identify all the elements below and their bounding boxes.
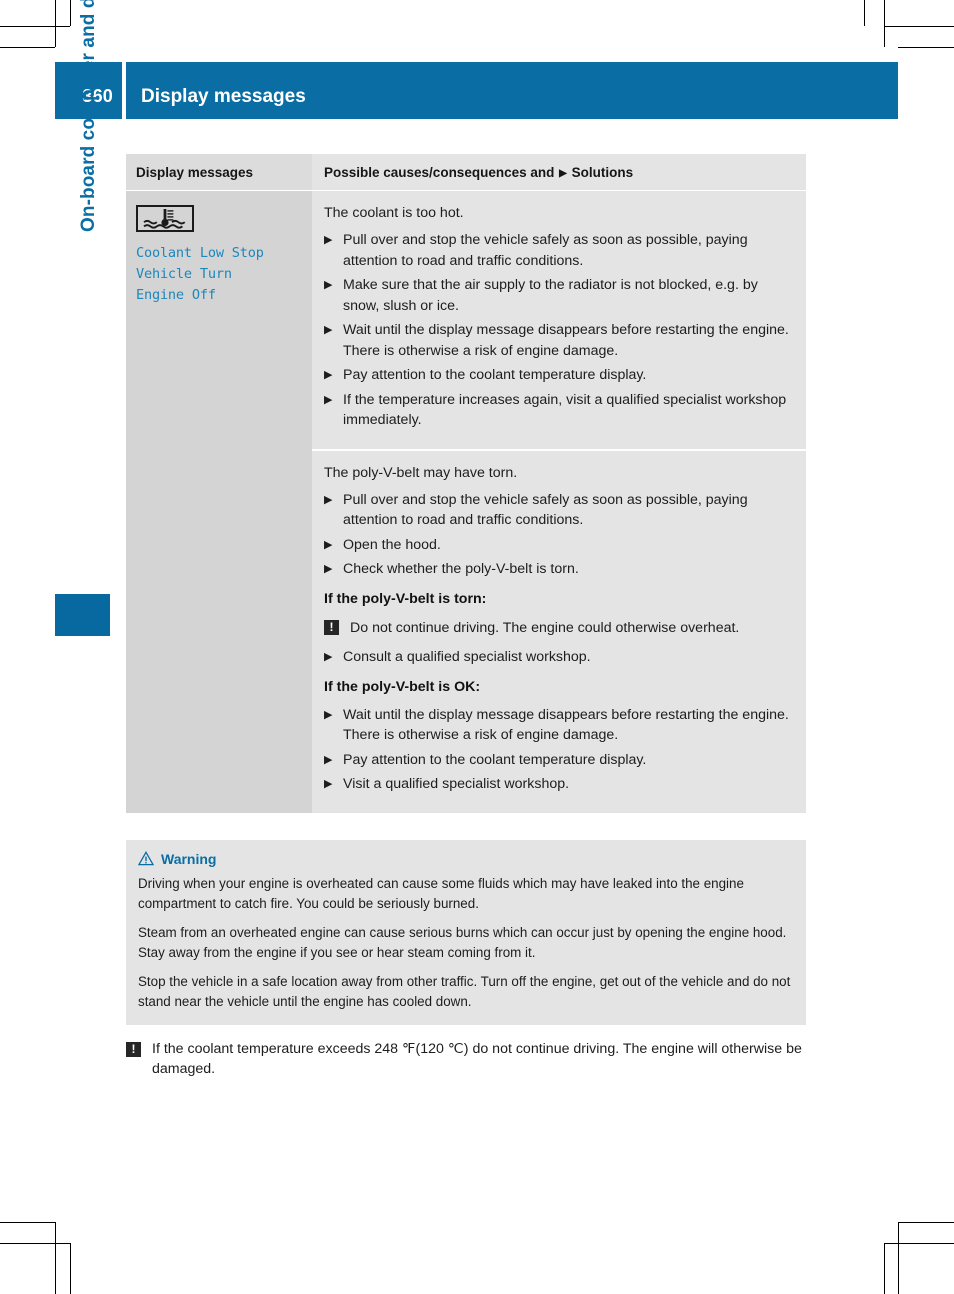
notice-text: Do not continue driving. The engine coul… (350, 619, 740, 636)
solution-step: ▶ Pull over and stop the vehicle safely a… (324, 230, 792, 271)
column-header-causes-text: Possible causes/consequences and (324, 165, 555, 180)
step-arrow-icon: ▶ (324, 753, 333, 766)
display-message-text: Coolant Low Stop Vehicle Turn Engine Off (136, 243, 302, 306)
step-arrow-icon: ▶ (324, 708, 333, 721)
solution-step-text: Pay attention to the coolant temperature… (343, 367, 647, 383)
crop-mark-bottom-right-h2 (884, 1243, 954, 1244)
crop-mark-bottom-left-v2 (70, 1243, 71, 1294)
solution-steps-list: ▶ Consult a qualified specialist workshop… (324, 647, 792, 668)
column-header-display-messages: Display messages (126, 154, 312, 190)
step-arrow-icon: ▶ (324, 563, 333, 575)
crop-mark-bottom-left-h (0, 1222, 55, 1223)
crop-mark-bottom-right-v2 (884, 1243, 885, 1294)
solution-step-text: Wait until the display message disappear… (343, 706, 789, 744)
crop-mark-top-right-v2 (884, 0, 885, 47)
page-title: Display messages (126, 62, 898, 119)
message-cell: Coolant Low Stop Vehicle Turn Engine Off (126, 191, 312, 813)
solution-step: ▶ Wait until the display message disappea… (324, 320, 792, 361)
step-arrow-icon: ▶ (324, 651, 333, 663)
solution-steps-list: ▶ Pull over and stop the vehicle safely a… (324, 490, 792, 580)
step-arrow-icon: ▶ (324, 324, 333, 336)
notice-line: ! Do not continue driving. The engine cou… (324, 618, 792, 639)
solution-step: ▶ Make sure that the air supply to the ra… (324, 275, 792, 316)
crop-mark-bottom-left-v (55, 1222, 56, 1294)
crop-mark-bottom-left-h2 (0, 1243, 70, 1244)
solution-step: ▶ If the temperature increases again, vis… (324, 390, 792, 431)
warning-box: Warning Driving when your engine is over… (126, 839, 806, 1025)
warning-paragraph: Stop the vehicle in a safe location away… (138, 973, 791, 1009)
warning-title: Warning (161, 850, 217, 867)
step-arrow-icon: ▶ (324, 493, 333, 506)
solution-steps-list: ▶ Pull over and stop the vehicle safely a… (324, 230, 792, 431)
solution-steps-list: ▶ Wait until the display message disappea… (324, 705, 792, 795)
step-arrow-icon: ▶ (324, 393, 333, 406)
warning-paragraph: Steam from an overheated engine can caus… (138, 924, 787, 960)
step-arrow-icon: ▶ (324, 369, 333, 381)
warning-triangle-icon (138, 851, 154, 866)
solution-step-text: Make sure that the air supply to the rad… (343, 277, 758, 314)
solution-step: ▶ Wait until the display message disappea… (324, 705, 792, 746)
solutions-arrow-icon: ▶ (559, 168, 567, 179)
cause-block: The coolant is too hot. ▶ Pull over and s… (312, 191, 806, 449)
solution-step: ▶ Check whether the poly-V-belt is torn. (324, 559, 792, 580)
notice-exclamation-icon: ! (126, 1041, 141, 1057)
solution-step-text: Visit a qualified specialist workshop. (343, 776, 570, 792)
page-content: Display messages Possible causes/consequ… (126, 154, 806, 1080)
crop-mark-top-right-h (884, 26, 954, 27)
solution-step: ▶ Visit a qualified specialist workshop. (324, 774, 792, 795)
solution-step-text: Pull over and stop the vehicle safely as… (343, 491, 748, 529)
solution-step: ▶ Pull over and stop the vehicle safely a… (324, 490, 792, 531)
display-message-line: Coolant Low Stop (136, 245, 264, 261)
step-arrow-icon: ▶ (324, 279, 333, 291)
crop-mark-bottom-right-h (898, 1222, 954, 1223)
solution-step-text: Pay attention to the coolant temperature… (343, 751, 647, 768)
column-header-causes-solutions: Possible causes/consequences and ▶ Solut… (312, 154, 806, 190)
warning-header: Warning (138, 851, 792, 867)
tail-notice-text: If the coolant temperature exceeds 248 ℉… (152, 1040, 802, 1078)
page-header: 360 Display messages (55, 62, 898, 119)
solution-step-text: Check whether the poly-V-belt is torn. (343, 561, 579, 577)
warning-paragraph: Driving when your engine is overheated c… (138, 875, 744, 911)
solution-step-text: Consult a qualified specialist workshop. (343, 649, 591, 665)
solution-step: ▶ Consult a qualified specialist workshop… (324, 647, 792, 668)
display-message-line: Engine Off (136, 287, 216, 303)
chapter-tab-marker (55, 594, 110, 636)
chapter-sidebar: On-board computer and displays (0, 0, 112, 600)
cause-lead-text: The coolant is too hot. (324, 205, 464, 221)
cause-lead-text: The poly-V-belt may have torn. (324, 464, 518, 481)
solution-step: ▶ Open the hood. (324, 535, 792, 556)
tail-notice: ! If the coolant temperature exceeds 248 … (126, 1039, 806, 1080)
solution-step: ▶ Pay attention to the coolant temperatur… (324, 750, 792, 771)
solution-step-text: Open the hood. (343, 536, 441, 553)
table-header-row: Display messages Possible causes/consequ… (126, 154, 806, 191)
crop-mark-top-right-v (864, 0, 865, 26)
step-arrow-icon: ▶ (324, 538, 333, 551)
step-arrow-icon: ▶ (324, 778, 333, 790)
table-body-row: Coolant Low Stop Vehicle Turn Engine Off… (126, 191, 806, 813)
causes-solutions-cell: The coolant is too hot. ▶ Pull over and s… (312, 191, 806, 813)
column-header-solutions-text: Solutions (571, 165, 634, 180)
chapter-label: On-board computer and displays (78, 0, 99, 232)
coolant-temperature-warning-icon (136, 205, 194, 232)
solution-step-text: Wait until the display message disappear… (343, 322, 789, 359)
coolant-icon-graphic (143, 209, 186, 229)
display-messages-table: Display messages Possible causes/consequ… (126, 154, 806, 813)
condition-heading-torn: If the poly-V-belt is torn: (324, 590, 487, 607)
display-message-line: Vehicle Turn (136, 266, 232, 282)
cause-block: The poly-V-belt may have torn. ▶ Pull ove… (312, 448, 806, 813)
step-arrow-icon: ▶ (324, 234, 333, 246)
notice-exclamation-icon: ! (324, 619, 339, 635)
solution-step: ▶ Pay attention to the coolant temperatur… (324, 365, 792, 386)
crop-mark-bottom-right-v (898, 1222, 899, 1294)
solution-step-text: If the temperature increases again, visi… (343, 391, 787, 429)
crop-mark-top-right-h2 (898, 47, 954, 48)
condition-heading-ok: If the poly-V-belt is OK: (324, 678, 481, 695)
solution-step-text: Pull over and stop the vehicle safely as… (343, 232, 748, 269)
